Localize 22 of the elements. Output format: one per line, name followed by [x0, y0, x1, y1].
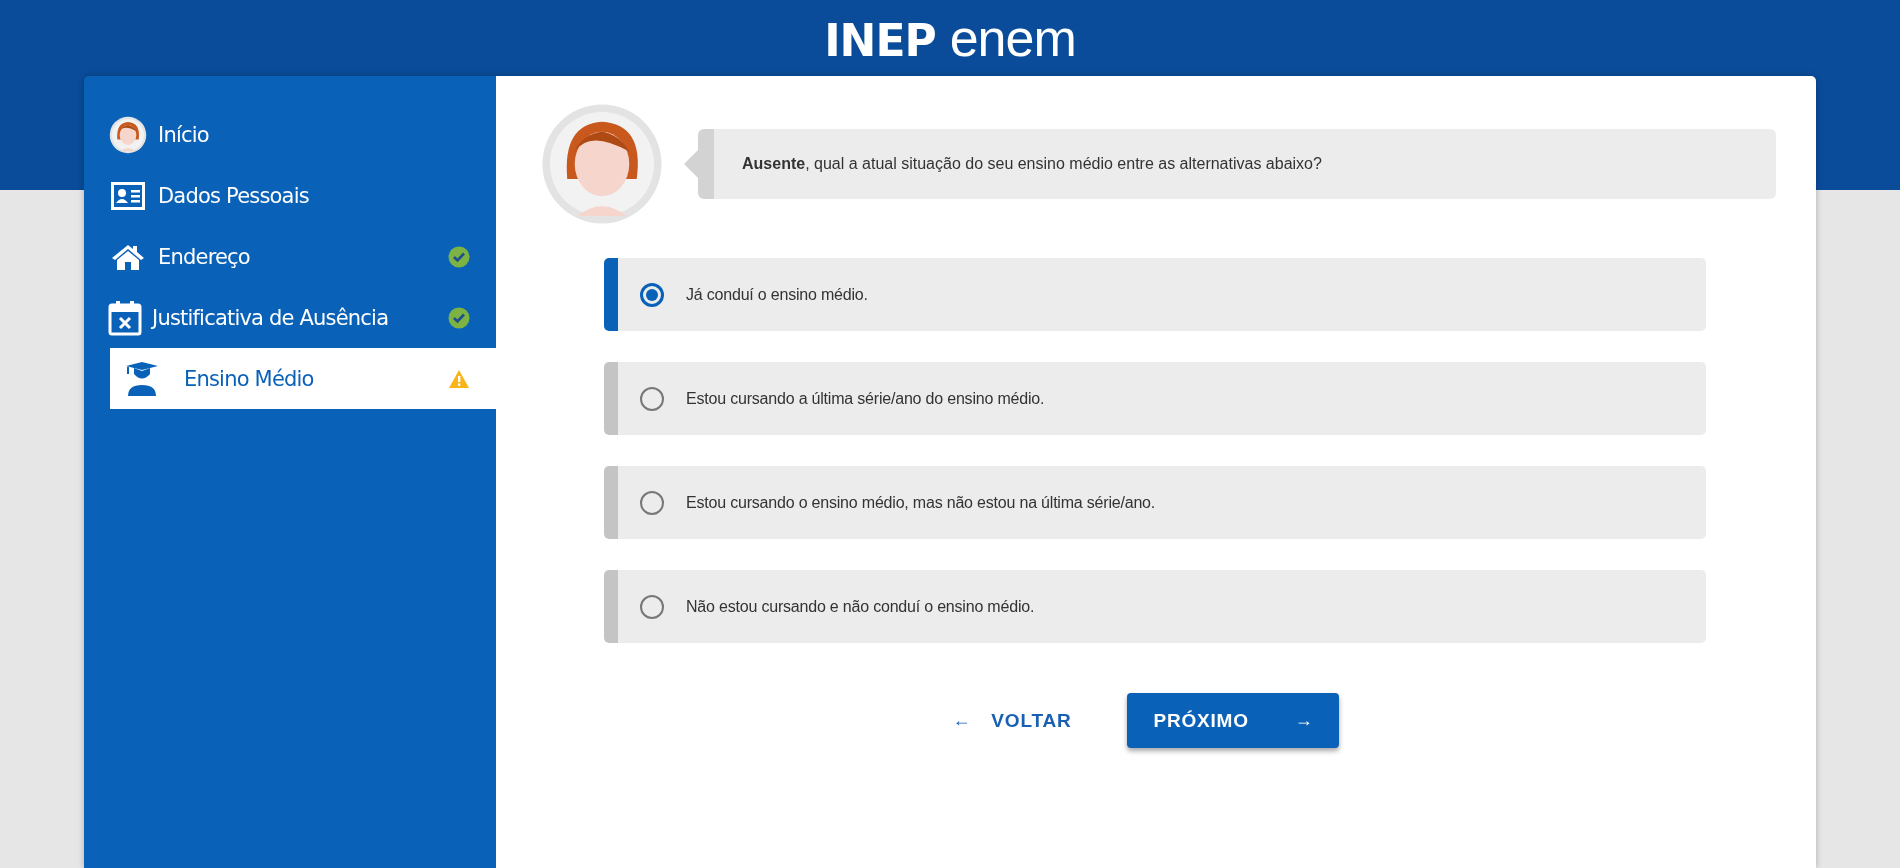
logo-text: enem	[949, 8, 1076, 68]
next-button[interactable]: PRÓXIMO →	[1127, 693, 1340, 748]
avatar-icon	[109, 115, 147, 154]
graduate-icon	[125, 360, 159, 397]
sidebar-item[interactable]: Ensino Médio	[110, 348, 496, 409]
calendar-icon	[108, 299, 142, 336]
arrow-left-icon: ←	[952, 710, 972, 731]
sidebar-item[interactable]: Justificativa de Ausência	[84, 287, 496, 348]
home-icon	[111, 242, 145, 271]
answer-option[interactable]: Estou cursando a última série/ano do ensino médio.	[604, 362, 1706, 435]
question-text: Ausente, qual a atual situação do seu ensino médio entre as alternativas abaixo?	[742, 155, 1322, 172]
answer-option[interactable]: Estou cursando o ensino médio, mas não estou na última série/ano.	[604, 466, 1706, 539]
sidebar-item[interactable]: Dados Pessoais	[84, 165, 496, 226]
sidebar-item[interactable]: Endereço	[84, 226, 496, 287]
logo-text: INEP	[824, 15, 936, 66]
back-button[interactable]: ← VOLTAR	[936, 693, 1088, 748]
arrow-right-icon: →	[1294, 710, 1314, 731]
answer-option[interactable]: Já conduí o ensino médio.	[604, 258, 1706, 331]
answer-option[interactable]: Não estou cursando e não conduí o ensino médio.	[604, 570, 1706, 643]
id-card-icon	[111, 181, 145, 210]
sidebar-item[interactable]: Início	[84, 104, 496, 165]
assistant-avatar-icon	[540, 102, 664, 226]
